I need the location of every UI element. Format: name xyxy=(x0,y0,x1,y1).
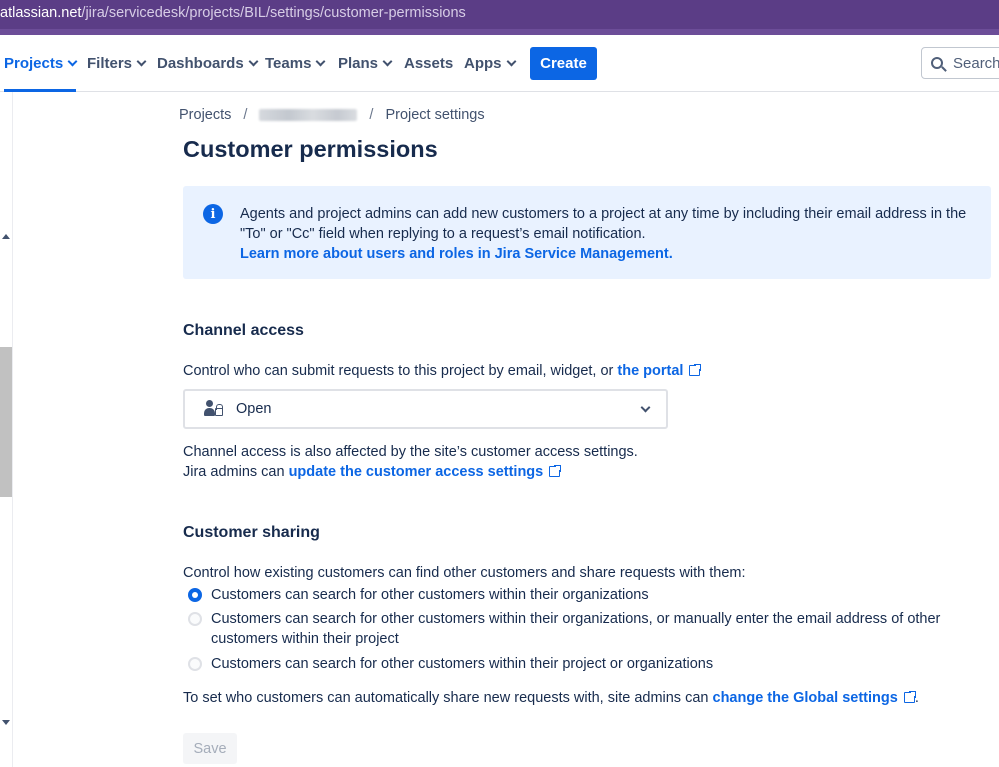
sharing-option-label-line-1: Customers can search for other customers… xyxy=(211,611,941,627)
nav-apps[interactable]: Apps xyxy=(464,35,516,91)
channel-access-note: Channel access is also affected by the s… xyxy=(183,442,638,482)
info-line-1: Agents and project admins can add new cu… xyxy=(240,206,967,222)
external-link-icon xyxy=(549,464,563,477)
portal-link[interactable]: the portal xyxy=(617,363,703,379)
page-title: Customer permissions xyxy=(183,136,438,162)
global-settings-label: change the Global settings xyxy=(712,690,898,706)
sharing-option-label: Customers can search for other customers… xyxy=(211,609,940,649)
scrollbar-thumb[interactable] xyxy=(0,347,12,497)
search-input[interactable]: Search xyxy=(921,47,999,79)
nav-filters[interactable]: Filters xyxy=(87,35,147,91)
external-link-icon xyxy=(689,363,703,376)
create-button[interactable]: Create xyxy=(530,47,597,80)
radio-button[interactable] xyxy=(188,657,202,671)
breadcrumb-project-settings[interactable]: Project settings xyxy=(385,107,484,123)
info-line-2: "To" or "Cc" field when replying to a re… xyxy=(240,226,646,242)
channel-access-select[interactable]: Open xyxy=(183,389,668,429)
update-customer-access-label: update the customer access settings xyxy=(288,464,544,480)
channel-access-description: Control who can submit requests to this … xyxy=(183,361,703,381)
chevron-down-icon xyxy=(640,402,651,413)
chevron-down-icon xyxy=(248,56,259,66)
search-placeholder: Search xyxy=(953,54,999,72)
customer-sharing-footer: To set who customers can automatically s… xyxy=(183,688,919,708)
scroll-down-arrow-icon[interactable] xyxy=(2,720,10,725)
channel-access-description-text: Control who can submit requests to this … xyxy=(183,363,614,379)
info-icon: i xyxy=(203,204,223,224)
update-customer-access-link[interactable]: update the customer access settings xyxy=(288,464,563,480)
nav-projects[interactable]: Projects xyxy=(4,35,78,92)
nav-apps-label: Apps xyxy=(464,54,502,72)
radio-button[interactable] xyxy=(188,612,202,626)
info-panel: i Agents and project admins can add new … xyxy=(183,186,991,279)
breadcrumb-separator: / xyxy=(243,107,248,123)
nav-plans[interactable]: Plans xyxy=(338,35,393,91)
sharing-option-label: Customers can search for other customers… xyxy=(211,656,714,672)
sharing-option-organizations[interactable]: Customers can search for other customers… xyxy=(188,585,649,605)
nav-dashboards[interactable]: Dashboards xyxy=(157,35,259,91)
customer-sharing-title: Customer sharing xyxy=(183,524,320,541)
nav-teams-label: Teams xyxy=(265,54,312,72)
chevron-down-icon xyxy=(315,56,326,66)
browser-url-bar[interactable]: atlassian.net/jira/servicedesk/projects/… xyxy=(0,0,999,29)
channel-access-note-line-1: Channel access is also affected by the s… xyxy=(183,444,638,460)
nav-assets-label: Assets xyxy=(404,54,454,72)
url-host: atlassian.net xyxy=(0,5,82,21)
external-link-icon xyxy=(903,690,917,703)
learn-more-link[interactable]: Learn more about users and roles in Jira… xyxy=(240,244,980,264)
breadcrumb-separator: / xyxy=(369,107,374,123)
scroll-up-arrow-icon[interactable] xyxy=(2,234,10,239)
customer-sharing-description: Control how existing customers can find … xyxy=(183,565,746,581)
chevron-down-icon xyxy=(506,56,516,66)
person-lock-icon xyxy=(204,400,224,418)
nav-filters-label: Filters xyxy=(87,54,133,72)
breadcrumb: Projects / / Project settings xyxy=(179,107,485,123)
chevron-down-icon xyxy=(136,56,147,66)
nav-assets[interactable]: Assets xyxy=(404,35,453,91)
breadcrumb-project-name-redacted[interactable] xyxy=(259,109,358,121)
radio-button-checked[interactable] xyxy=(188,588,202,602)
info-text: Agents and project admins can add new cu… xyxy=(240,204,980,264)
channel-access-selected-value: Open xyxy=(236,401,272,417)
save-button[interactable]: Save xyxy=(183,733,237,764)
search-icon xyxy=(931,57,943,69)
nav-plans-label: Plans xyxy=(338,54,379,72)
channel-access-note-prefix: Jira admins can xyxy=(183,464,285,480)
sharing-option-label-line-2: customers within their project xyxy=(211,631,399,647)
nav-dashboards-label: Dashboards xyxy=(157,54,244,72)
breadcrumb-projects[interactable]: Projects xyxy=(179,107,231,123)
customer-sharing-footer-prefix: To set who customers can automatically s… xyxy=(183,690,709,706)
sharing-option-project-or-organizations[interactable]: Customers can search for other customers… xyxy=(188,654,713,674)
channel-access-title: Channel access xyxy=(183,322,304,339)
nav-projects-label: Projects xyxy=(4,54,64,72)
chevron-down-icon xyxy=(382,56,393,66)
global-settings-link[interactable]: change the Global settings xyxy=(712,690,917,706)
sharing-option-organizations-or-email[interactable]: Customers can search for other customers… xyxy=(188,609,940,649)
top-navigation: Projects Filters Dashboards Teams Plans … xyxy=(0,35,999,92)
nav-teams[interactable]: Teams xyxy=(265,35,326,91)
sharing-option-label: Customers can search for other customers… xyxy=(211,587,649,603)
url-path: /jira/servicedesk/projects/BIL/settings/… xyxy=(81,5,466,21)
portal-link-label: the portal xyxy=(617,363,684,379)
sidebar-scrollbar[interactable] xyxy=(0,92,13,767)
chevron-down-icon xyxy=(67,56,78,66)
